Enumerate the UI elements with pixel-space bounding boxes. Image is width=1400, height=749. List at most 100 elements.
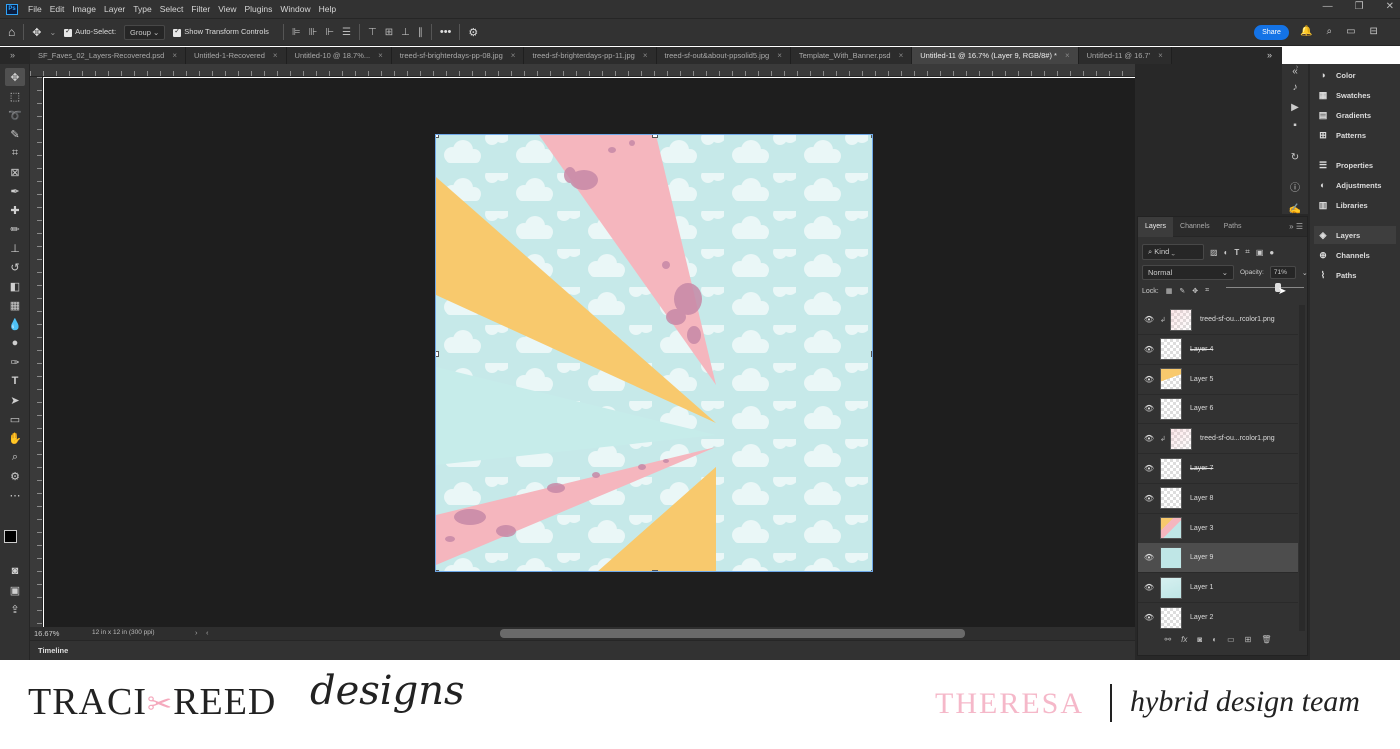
history-brush-panel-icon[interactable]: ♪ (1288, 82, 1302, 96)
filter-smart-object-icon[interactable]: ▣ (1256, 248, 1264, 257)
close-tab-icon[interactable]: × (172, 51, 177, 60)
transform-handle[interactable] (871, 351, 872, 357)
history-icon[interactable]: ↻ (1288, 152, 1302, 166)
layer-style-icon[interactable]: fx (1181, 635, 1187, 644)
document-tab[interactable]: Untitled-11 @ 16.7% (Layer 9, RGB/8#) * × (912, 47, 1079, 64)
visibility-eye-icon[interactable]: 👁 (1138, 404, 1160, 413)
close-tab-icon[interactable]: × (777, 51, 782, 60)
panel-item-swatches[interactable]: ▦ Swatches (1314, 86, 1396, 104)
close-tab-icon[interactable]: × (1158, 51, 1163, 60)
layer-thumbnail[interactable] (1160, 338, 1182, 361)
lock-position-icon[interactable]: ✥ (1192, 287, 1198, 295)
layer-name[interactable]: Layer 8 (1190, 495, 1213, 502)
document-tab[interactable]: Template_With_Banner.psd × (790, 47, 913, 64)
panel-item-libraries[interactable]: ▥ Libraries (1314, 196, 1396, 214)
close-window-icon[interactable]: ✕ (1386, 1, 1394, 12)
layer-thumbnail[interactable] (1160, 576, 1182, 599)
search-icon[interactable]: ⌕ (1326, 26, 1332, 37)
panel-item-layers[interactable]: ◈ Layers (1314, 226, 1396, 244)
gradient-tool-icon[interactable]: ▦ (5, 296, 25, 314)
layer-thumbnail[interactable] (1170, 427, 1192, 450)
home-icon[interactable]: ⌂ (8, 25, 15, 39)
filter-adjustment-icon[interactable]: ◐ (1224, 248, 1229, 257)
align-top-icon[interactable]: ⊤ (368, 27, 377, 38)
panel-item-color[interactable]: ◑ Color (1314, 66, 1396, 84)
move-tool-icon[interactable]: ✥ (32, 26, 41, 39)
collapse-tools-icon[interactable]: » (0, 47, 30, 64)
more-options-icon[interactable]: ••• (440, 26, 452, 38)
filter-toggle-icon[interactable]: ● (1269, 248, 1274, 257)
crop-tool-icon[interactable]: ⌗ (5, 144, 25, 162)
document-tab[interactable]: Untitled-10 @ 18.7%... × (286, 47, 392, 64)
restore-icon[interactable]: ❐ (1355, 1, 1364, 12)
menu-image[interactable]: Image (68, 4, 100, 14)
document-canvas[interactable] (435, 134, 873, 572)
layer-row[interactable]: 👁 Layer 5 (1138, 365, 1298, 395)
transform-handle[interactable] (652, 570, 658, 571)
distribute-v-icon[interactable]: ∥ (418, 27, 423, 38)
auto-select-checkbox[interactable]: Auto-Select: (64, 27, 116, 37)
rectangle-tool-icon[interactable]: ▭ (5, 410, 25, 428)
quick-select-tool-icon[interactable]: ✎ (5, 125, 25, 143)
transform-handle[interactable] (652, 135, 658, 138)
panel-item-adjustments[interactable]: ◐ Adjustments (1314, 176, 1396, 194)
close-tab-icon[interactable]: × (511, 51, 516, 60)
minimize-icon[interactable]: — (1323, 1, 1333, 12)
expand-arrows-icon[interactable]: › (1290, 64, 1304, 78)
filter-shape-icon[interactable]: ⌗ (1245, 247, 1250, 257)
filter-pixel-icon[interactable]: ▨ (1210, 248, 1218, 257)
layer-row[interactable]: Layer 3 (1138, 514, 1298, 544)
brush-tool-icon[interactable]: ✏ (5, 220, 25, 238)
menu-view[interactable]: View (214, 4, 240, 14)
tab-layers[interactable]: Layers (1138, 216, 1174, 237)
layer-row[interactable]: 👁 Layer 6 (1138, 394, 1298, 425)
layer-name[interactable]: Layer 4 (1190, 346, 1213, 353)
close-tab-icon[interactable]: × (378, 51, 383, 60)
layer-name[interactable]: Layer 9 (1190, 554, 1213, 561)
transform-handle[interactable] (871, 570, 872, 571)
visibility-eye-icon[interactable]: 👁 (1138, 434, 1160, 443)
more-tabs-icon[interactable]: » (1262, 47, 1282, 64)
menu-filter[interactable]: Filter (187, 4, 214, 14)
transform-handle[interactable] (436, 135, 439, 138)
new-adjustment-icon[interactable]: ◐ (1212, 635, 1217, 644)
visibility-eye-icon[interactable]: 👁 (1138, 613, 1160, 622)
menu-layer[interactable]: Layer (100, 4, 129, 14)
eyedropper-tool-icon[interactable]: ✒ (5, 182, 25, 200)
opacity-slider-track[interactable] (1226, 287, 1304, 288)
new-layer-icon[interactable]: ⊞ (1245, 635, 1252, 644)
align-vcenter-icon[interactable]: ⊞ (385, 27, 393, 38)
document-tab[interactable]: treed-sf-brighterdays-pp-08.jpg × (391, 47, 525, 64)
info-icon[interactable]: ⓘ (1288, 179, 1302, 194)
scroll-left-icon[interactable]: ‹ (206, 628, 209, 637)
document-tab[interactable]: SF_Faves_02_Layers-Recovered.psd × (30, 47, 186, 64)
layer-thumbnail[interactable] (1170, 308, 1192, 331)
layer-row[interactable]: 👁 ↲ treed-sf-ou...rcolor1.png (1138, 305, 1298, 335)
visibility-eye-icon[interactable]: 👁 (1138, 375, 1160, 384)
layer-name[interactable]: Layer 6 (1190, 405, 1213, 412)
stamp-tool-icon[interactable]: ⊥ (5, 239, 25, 257)
pen-tool-icon[interactable]: ✑ (5, 353, 25, 371)
new-group-icon[interactable]: ▭ (1227, 635, 1235, 644)
layer-name[interactable]: Layer 1 (1190, 584, 1213, 591)
menu-file[interactable]: File (24, 4, 46, 14)
type-tool-icon[interactable]: T (5, 372, 25, 390)
lock-transparent-icon[interactable]: ▦ (1166, 287, 1173, 295)
visibility-eye-icon[interactable]: 👁 (1138, 464, 1160, 473)
layer-name[interactable]: Layer 5 (1190, 376, 1213, 383)
filter-kind-dropdown[interactable]: ⌕ Kind ⌄ (1142, 244, 1204, 260)
edit-toolbar-icon[interactable]: ⚙ (5, 467, 25, 485)
layer-row[interactable]: 👁 Layer 7 (1138, 454, 1298, 484)
document-tab[interactable]: Untitled-11 @ 16.7' × (1078, 47, 1172, 64)
arrange-icon[interactable]: ⊟ (1370, 26, 1378, 37)
foreground-color-swatch[interactable] (4, 530, 17, 543)
layer-row[interactable]: 👁 Layer 4 (1138, 335, 1298, 365)
tab-paths[interactable]: Paths (1217, 217, 1249, 237)
layer-row[interactable]: 👁 Layer 9 (1138, 543, 1298, 574)
bell-icon[interactable]: 🔔 (1300, 26, 1312, 37)
layers-scrollbar[interactable] (1299, 305, 1305, 631)
more-tools-icon[interactable]: ⋯ (5, 486, 25, 504)
path-select-tool-icon[interactable]: ➤ (5, 391, 25, 409)
lasso-tool-icon[interactable]: ➰ (5, 106, 25, 124)
menu-plugins[interactable]: Plugins (240, 4, 276, 14)
